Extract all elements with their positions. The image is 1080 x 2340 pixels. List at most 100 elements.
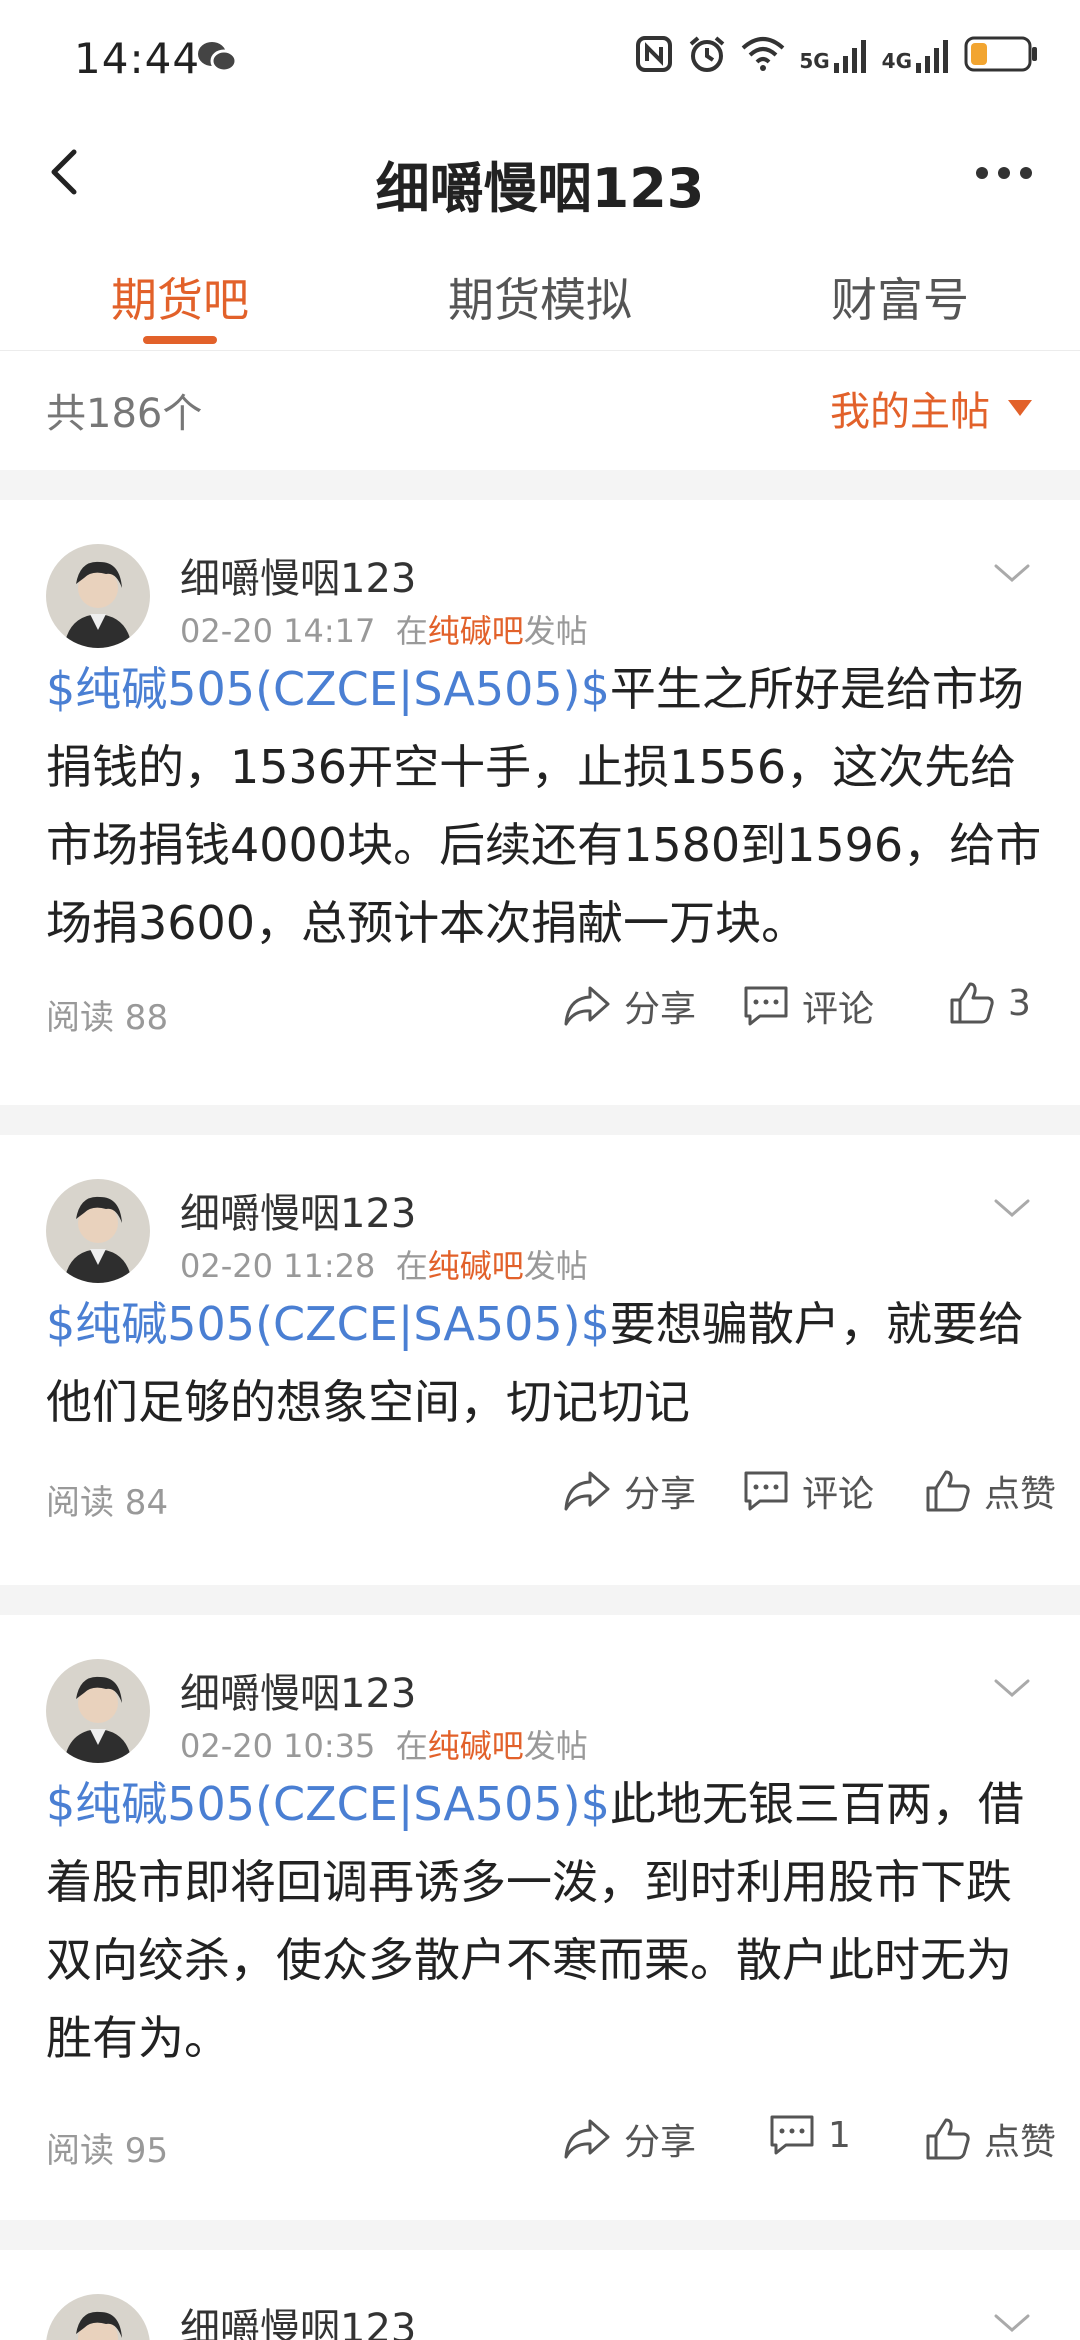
- status-icons: 5G 4G: [635, 34, 1040, 78]
- signal-5g-label: 5G: [799, 49, 830, 73]
- post-meta: 02-20 11:28 在纯碱吧发帖: [180, 1241, 588, 1287]
- alarm-icon: [687, 34, 727, 78]
- read-count: 阅读 88: [46, 998, 169, 1038]
- comment-label: 评论: [802, 1474, 875, 1515]
- meta-prefix: 在: [395, 612, 428, 650]
- like-button[interactable]: 点赞: [924, 1465, 1056, 1517]
- post-actions: 阅读 95 分享 1 点赞: [0, 2113, 1080, 2173]
- share-button[interactable]: 分享: [562, 980, 696, 1032]
- avatar[interactable]: [46, 1179, 150, 1283]
- divider: [0, 2220, 1080, 2250]
- post-actions: 阅读 84 分享 评论 点赞: [0, 1465, 1080, 1525]
- bar-link[interactable]: 纯碱吧: [428, 1727, 524, 1765]
- expand-button[interactable]: [992, 1677, 1032, 1705]
- thumbs-up-icon: [950, 982, 994, 1024]
- chevron-down-icon: [994, 1679, 1030, 1697]
- filter-label: 我的主帖: [830, 389, 990, 435]
- tab-futures-bar[interactable]: 期货吧: [30, 264, 330, 330]
- share-button[interactable]: 分享: [562, 1465, 696, 1517]
- like-button[interactable]: 3: [948, 980, 1031, 1026]
- wifi-icon: [741, 36, 785, 76]
- post-body[interactable]: $纯碱505(CZCE|SA505)$此地无银三百两，借着股市即将回调再诱多一泼…: [46, 1765, 1050, 2077]
- share-icon: [564, 986, 610, 1026]
- comment-icon: [770, 2115, 814, 2155]
- post-meta: 02-20 10:35 在纯碱吧发帖: [180, 1721, 588, 1767]
- expand-button[interactable]: [992, 1197, 1032, 1225]
- divider: [0, 1585, 1080, 1615]
- post-card[interactable]: 细嚼慢咽123: [0, 2250, 1080, 2340]
- thumbs-up-icon: [926, 2118, 970, 2160]
- author-name[interactable]: 细嚼慢咽123: [180, 546, 416, 604]
- nav-bar: 细嚼慢咽123: [0, 120, 1080, 230]
- divider: [0, 470, 1080, 500]
- list-header: 共186个 我的主帖: [0, 350, 1080, 460]
- post-actions: 阅读 88 分享 评论 3: [0, 980, 1080, 1040]
- comment-button[interactable]: 1: [768, 2113, 851, 2157]
- signal-4g-label: 4G: [881, 49, 912, 73]
- bar-link[interactable]: 纯碱吧: [428, 612, 524, 650]
- filter-dropdown[interactable]: 我的主帖: [830, 379, 1034, 437]
- like-label: 点赞: [984, 2122, 1057, 2163]
- comment-button[interactable]: 评论: [742, 1465, 874, 1517]
- post-card[interactable]: 细嚼慢咽123 02-20 10:35 在纯碱吧发帖 $纯碱505(CZCE|S…: [0, 1615, 1080, 2220]
- chevron-down-icon: [994, 564, 1030, 582]
- author-name[interactable]: 细嚼慢咽123: [180, 1181, 416, 1239]
- comment-button[interactable]: 评论: [742, 980, 874, 1032]
- share-label: 分享: [624, 2122, 697, 2163]
- post-body[interactable]: $纯碱505(CZCE|SA505)$要想骗散户，就要给他们足够的想象空间，切记…: [46, 1285, 1050, 1441]
- expand-button[interactable]: [992, 2312, 1032, 2340]
- expand-button[interactable]: [992, 562, 1032, 590]
- avatar[interactable]: [46, 2294, 150, 2340]
- wechat-icon: [196, 40, 238, 78]
- like-count: 3: [1008, 982, 1031, 1024]
- post-count: 共186个: [46, 391, 203, 437]
- comment-count: 1: [828, 2114, 851, 2156]
- author-name[interactable]: 细嚼慢咽123: [180, 1661, 416, 1719]
- like-label: 点赞: [984, 1474, 1057, 1515]
- bar-link[interactable]: 纯碱吧: [428, 1247, 524, 1285]
- nfc-icon: [635, 35, 673, 77]
- tab-bar: 期货吧 期货模拟 财富号: [0, 250, 1080, 350]
- tab-active-indicator: [143, 336, 217, 344]
- stock-tag[interactable]: $纯碱505(CZCE|SA505)$: [46, 662, 610, 716]
- meta-suffix: 发帖: [523, 612, 588, 650]
- meta-suffix: 发帖: [523, 1247, 588, 1285]
- meta-suffix: 发帖: [523, 1727, 588, 1765]
- share-icon: [564, 2119, 610, 2159]
- signal-5g-icon: 5G: [799, 39, 867, 73]
- more-dots-icon: [976, 167, 1032, 179]
- post-card[interactable]: 细嚼慢咽123 02-20 14:17 在纯碱吧发帖 $纯碱505(CZCE|S…: [0, 500, 1080, 1105]
- share-button[interactable]: 分享: [562, 2113, 696, 2165]
- status-bar: 14:44 5G 4G: [0, 0, 1080, 120]
- stock-tag[interactable]: $纯碱505(CZCE|SA505)$: [46, 1777, 610, 1831]
- post-meta: 02-20 14:17 在纯碱吧发帖: [180, 606, 588, 652]
- post-time: 02-20 10:35: [180, 1727, 376, 1765]
- battery-icon: [964, 35, 1040, 77]
- stock-tag[interactable]: $纯碱505(CZCE|SA505)$: [46, 1297, 610, 1351]
- comment-icon: [744, 986, 788, 1026]
- like-button[interactable]: 点赞: [924, 2113, 1056, 2165]
- dropdown-triangle-icon: [1008, 400, 1032, 416]
- meta-prefix: 在: [395, 1727, 428, 1765]
- share-label: 分享: [624, 1474, 697, 1515]
- comment-icon: [744, 1471, 788, 1511]
- post-body[interactable]: $纯碱505(CZCE|SA505)$平生之所好是给市场捐钱的，1536开空十手…: [46, 650, 1050, 962]
- thumbs-up-icon: [926, 1470, 970, 1512]
- author-name[interactable]: 细嚼慢咽123: [180, 2296, 416, 2340]
- avatar[interactable]: [46, 544, 150, 648]
- chevron-down-icon: [994, 1199, 1030, 1217]
- tab-wealth[interactable]: 财富号: [750, 264, 1050, 330]
- share-label: 分享: [624, 989, 697, 1030]
- signal-4g-icon: 4G: [882, 39, 950, 73]
- post-card[interactable]: 细嚼慢咽123 02-20 11:28 在纯碱吧发帖 $纯碱505(CZCE|S…: [0, 1135, 1080, 1585]
- status-time: 14:44: [74, 34, 201, 83]
- comment-label: 评论: [802, 989, 875, 1030]
- more-button[interactable]: [964, 148, 1044, 198]
- read-count: 阅读 95: [46, 2131, 169, 2171]
- post-time: 02-20 11:28: [180, 1247, 376, 1285]
- read-count: 阅读 84: [46, 1483, 169, 1523]
- tab-futures-sim[interactable]: 期货模拟: [390, 264, 690, 330]
- avatar[interactable]: [46, 1659, 150, 1763]
- share-icon: [564, 1471, 610, 1511]
- page-title: 细嚼慢咽123: [375, 157, 705, 220]
